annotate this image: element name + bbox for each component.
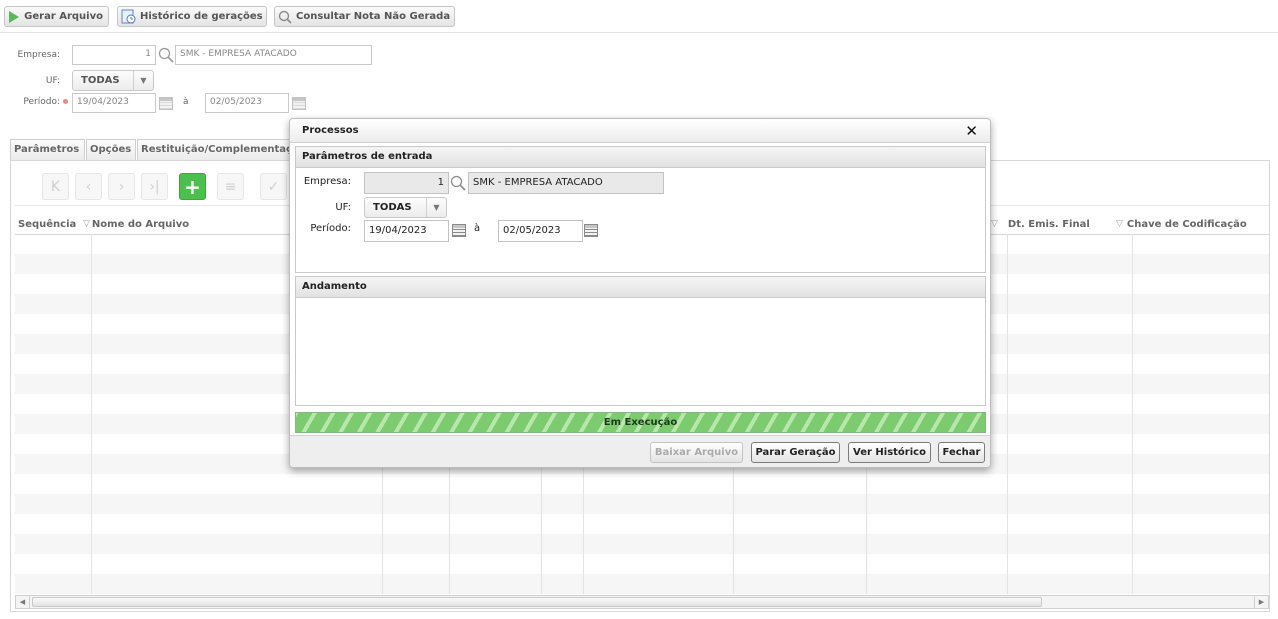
chevron-left-icon: ‹ bbox=[85, 178, 92, 195]
column-label: Sequência bbox=[18, 218, 77, 230]
input-parameters-header: Parâmetros de entrada bbox=[296, 147, 985, 168]
tab-restituicao[interactable]: Restituição/Complementação bbox=[137, 139, 297, 160]
dialog-empresa-label: Empresa: bbox=[303, 176, 351, 187]
dialog-date-to: 02/05/2023 bbox=[498, 220, 583, 242]
dialog-empresa-name: SMK - EMPRESA ATACADO bbox=[468, 172, 664, 194]
last-record-button[interactable]: ›| bbox=[141, 173, 168, 200]
chevron-down-icon: ▼ bbox=[426, 198, 446, 217]
calendar-icon bbox=[452, 224, 466, 237]
processes-dialog: Processos ✕ Parâmetros de entrada Empres… bbox=[289, 118, 991, 468]
date-separator: à bbox=[183, 97, 189, 107]
scroll-right-icon[interactable]: ▶ bbox=[1254, 596, 1268, 608]
scroll-left-icon[interactable]: ◀ bbox=[16, 596, 30, 608]
dialog-footer: Baixar Arquivo Parar Geração Ver Históri… bbox=[290, 435, 990, 467]
table-row[interactable] bbox=[15, 534, 1269, 554]
column-header-nome-arquivo[interactable]: ▽ Nome do Arquivo bbox=[80, 214, 290, 234]
dialog-date-from: 19/04/2023 bbox=[364, 220, 449, 242]
generation-history-label: Histórico de gerações bbox=[140, 11, 263, 22]
progress-section-header: Andamento bbox=[296, 277, 985, 298]
confirm-record-button[interactable]: ✓ bbox=[260, 173, 287, 200]
search-icon bbox=[278, 9, 292, 25]
required-indicator bbox=[63, 99, 68, 104]
dialog-search-icon bbox=[450, 175, 466, 194]
progress-section: Andamento bbox=[295, 276, 986, 406]
generate-file-button[interactable]: Gerar Arquivo bbox=[4, 6, 109, 27]
column-divider bbox=[1132, 234, 1133, 594]
dialog-date-separator: à bbox=[474, 223, 481, 234]
progress-status-label: Em Execução bbox=[603, 417, 678, 428]
dialog-uf-value: TODAS bbox=[373, 202, 412, 213]
column-label: Dt. Emis. Final bbox=[1007, 218, 1090, 230]
tab-parametros-label: Parâmetros bbox=[14, 144, 80, 155]
filter-icon[interactable]: ▽ bbox=[1116, 219, 1123, 229]
periodo-label: Período: bbox=[23, 97, 60, 107]
column-label: Nome do Arquivo bbox=[91, 218, 190, 230]
table-row[interactable] bbox=[15, 494, 1269, 514]
toolbar-divider bbox=[0, 32, 1278, 33]
dialog-empresa-code: 1 bbox=[364, 172, 449, 194]
empresa-code-input[interactable]: 1 bbox=[72, 45, 156, 65]
dialog-periodo-label: Período: bbox=[310, 223, 351, 234]
close-icon[interactable]: ✕ bbox=[965, 122, 978, 140]
view-history-button[interactable]: Ver Histórico bbox=[848, 442, 931, 463]
tab-opcoes[interactable]: Opções bbox=[86, 139, 136, 160]
execution-progress-bar: Em Execução bbox=[295, 412, 986, 433]
history-icon bbox=[121, 9, 136, 25]
horizontal-scrollbar[interactable]: ◀ ▶ bbox=[15, 595, 1269, 609]
close-button[interactable]: Fechar bbox=[938, 442, 985, 463]
next-record-button[interactable]: › bbox=[108, 173, 135, 200]
download-file-button[interactable]: Baixar Arquivo bbox=[650, 442, 743, 463]
date-to-input[interactable]: 02/05/2023 bbox=[205, 93, 289, 113]
stop-generation-button[interactable]: Parar Geração bbox=[751, 442, 840, 463]
column-header-dt-emis-final[interactable]: ▽ Dt. Emis. Final bbox=[988, 214, 1108, 234]
column-header-chave-codificacao[interactable]: ▽ Chave de Codificação bbox=[1113, 214, 1269, 234]
scrollbar-thumb[interactable] bbox=[32, 597, 1042, 607]
empresa-name-field: SMK - EMPRESA ATACADO bbox=[175, 45, 372, 65]
play-icon bbox=[8, 9, 20, 25]
tab-parametros[interactable]: Parâmetros bbox=[10, 139, 85, 160]
chevron-right-icon: › bbox=[118, 178, 125, 195]
date-from-input[interactable]: 19/04/2023 bbox=[72, 93, 156, 113]
dialog-uf-label: UF: bbox=[335, 202, 351, 213]
tab-opcoes-label: Opções bbox=[90, 144, 132, 155]
calendar-icon[interactable] bbox=[159, 97, 173, 110]
uf-select[interactable]: TODAS ▼ bbox=[72, 70, 154, 91]
plus-icon: + bbox=[184, 174, 201, 199]
dialog-title: Processos bbox=[302, 125, 359, 136]
filter-icon[interactable]: ▽ bbox=[991, 219, 998, 229]
previous-record-button[interactable]: ‹ bbox=[75, 173, 102, 200]
list-icon: ≡ bbox=[224, 178, 237, 195]
query-not-generated-label: Consultar Nota Não Gerada bbox=[296, 11, 451, 22]
delete-record-button[interactable]: ≡ bbox=[217, 173, 244, 200]
uf-select-value: TODAS bbox=[81, 75, 120, 86]
chevron-down-icon: ▼ bbox=[133, 71, 153, 90]
first-icon: K bbox=[50, 178, 61, 195]
empresa-search-icon[interactable] bbox=[158, 47, 174, 66]
column-divider bbox=[1007, 234, 1008, 594]
empresa-label: Empresa: bbox=[17, 50, 60, 60]
calendar-icon bbox=[584, 224, 598, 237]
uf-label: UF: bbox=[45, 76, 60, 86]
calendar-icon[interactable] bbox=[292, 97, 306, 110]
generate-file-label: Gerar Arquivo bbox=[24, 11, 103, 22]
dialog-title-bar[interactable]: Processos ✕ bbox=[290, 119, 990, 143]
tab-restituicao-label: Restituição/Complementação bbox=[141, 144, 297, 155]
query-not-generated-button[interactable]: Consultar Nota Não Gerada bbox=[274, 6, 455, 27]
generation-history-button[interactable]: Histórico de gerações bbox=[117, 6, 267, 27]
column-divider bbox=[91, 234, 92, 594]
check-icon: ✓ bbox=[267, 178, 280, 195]
table-row[interactable] bbox=[15, 574, 1269, 594]
last-icon: ›| bbox=[149, 178, 160, 195]
dialog-uf-select: TODAS ▼ bbox=[364, 197, 447, 218]
first-record-button[interactable]: K bbox=[42, 173, 69, 200]
add-record-button[interactable]: + bbox=[179, 173, 206, 200]
filter-icon[interactable]: ▽ bbox=[83, 219, 90, 229]
column-label: Chave de Codificação bbox=[1126, 218, 1247, 230]
